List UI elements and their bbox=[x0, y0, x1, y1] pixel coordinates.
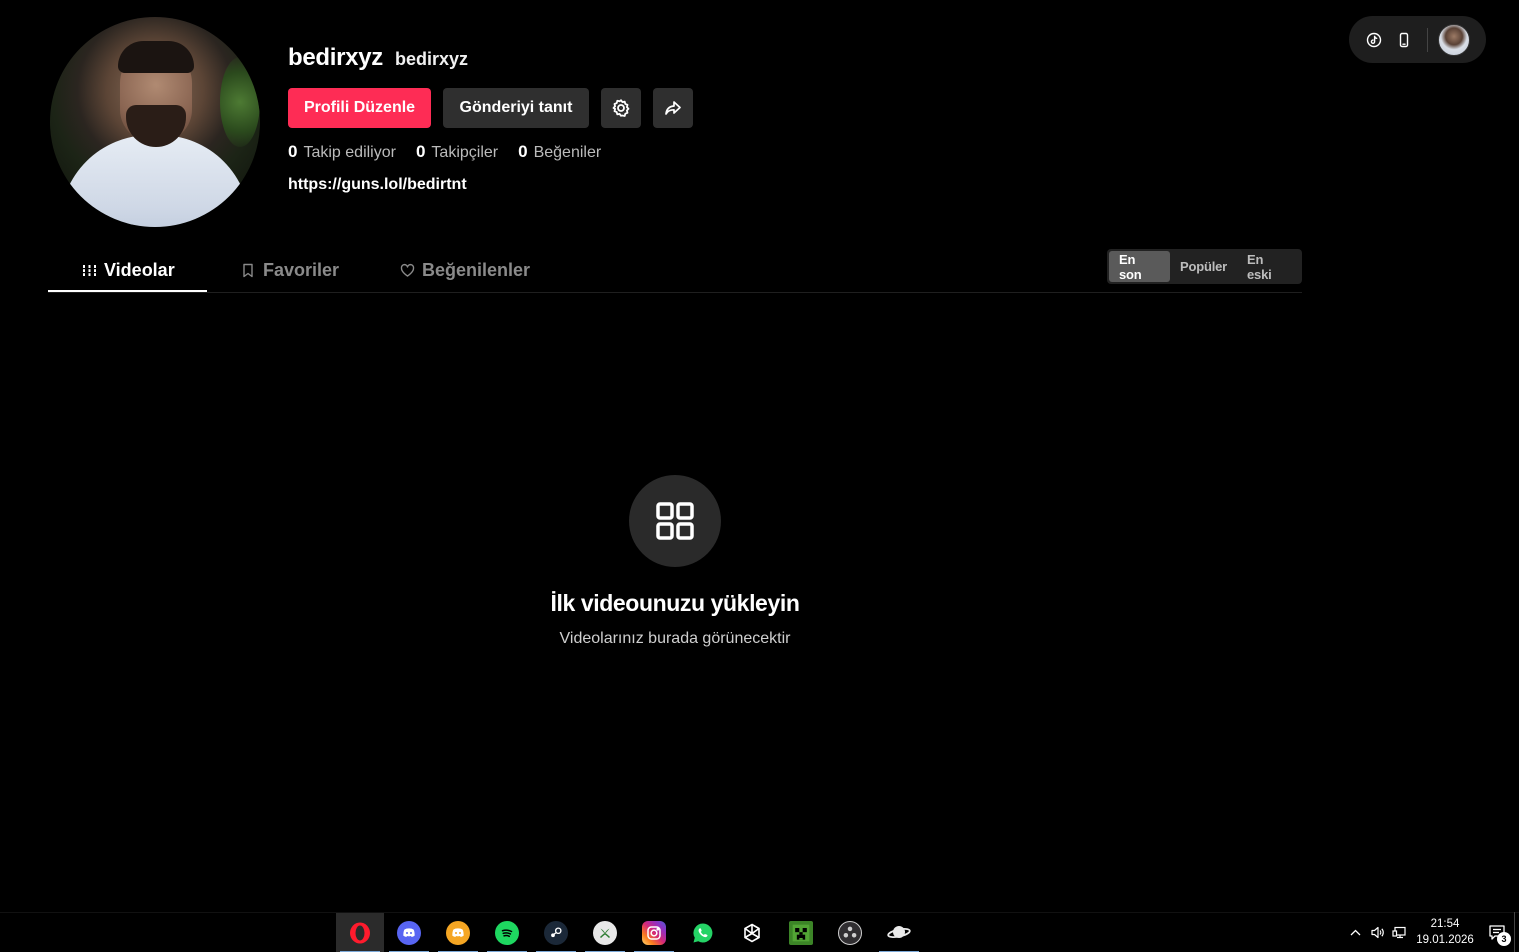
empty-state-subtitle: Videolarınız burada görünecektir bbox=[559, 630, 791, 647]
profile-actions: Profili Düzenle Gönderiyi tanıt bbox=[288, 88, 693, 128]
pill-divider bbox=[1427, 27, 1428, 52]
xbox-icon bbox=[593, 921, 617, 945]
stat-following[interactable]: 0 Takip ediliyor bbox=[288, 142, 396, 162]
opera-icon bbox=[348, 921, 372, 945]
tab-liked[interactable]: Beğenilenler bbox=[400, 248, 530, 292]
edit-profile-button[interactable]: Profili Düzenle bbox=[288, 88, 431, 128]
discord-ptb-icon bbox=[446, 921, 470, 945]
system-tray: 21:54 19.01.2026 3 bbox=[1344, 912, 1519, 952]
bio-link[interactable]: https://guns.lol/bedirtnt bbox=[288, 176, 467, 194]
instagram-icon bbox=[642, 921, 666, 945]
username: bedirxyz bbox=[394, 49, 469, 69]
heart-icon bbox=[400, 263, 415, 277]
taskbar-clock[interactable]: 21:54 19.01.2026 bbox=[1410, 916, 1480, 948]
profile-avatar[interactable] bbox=[50, 17, 260, 227]
taskbar-spotify[interactable] bbox=[483, 913, 531, 952]
stat-likes[interactable]: 0 Beğeniler bbox=[518, 142, 601, 162]
minecraft-icon bbox=[789, 921, 813, 945]
tiktok-profile-page: bedirxyz bedirxyz Profili Düzenle Gönder… bbox=[0, 0, 1519, 952]
volume-icon[interactable] bbox=[1366, 912, 1388, 952]
taskbar-instagram[interactable] bbox=[630, 913, 678, 952]
share-button[interactable] bbox=[653, 88, 693, 128]
planet-app-icon bbox=[887, 921, 911, 945]
grid-lines-icon bbox=[82, 264, 97, 276]
taskbar-minecraft[interactable] bbox=[777, 913, 825, 952]
mobile-device-icon[interactable] bbox=[1389, 25, 1419, 55]
network-icon[interactable] bbox=[1388, 912, 1410, 952]
taskbar-discord[interactable] bbox=[385, 913, 433, 952]
show-desktop-button[interactable] bbox=[1514, 912, 1519, 952]
chevron-up-icon[interactable] bbox=[1344, 912, 1366, 952]
taskbar-xbox[interactable] bbox=[581, 913, 629, 952]
settings-button[interactable] bbox=[601, 88, 641, 128]
bookmark-icon bbox=[243, 263, 253, 277]
windows-taskbar bbox=[0, 912, 1519, 952]
sort-oldest[interactable]: En eski bbox=[1237, 251, 1300, 282]
tiktok-icon[interactable] bbox=[1359, 25, 1389, 55]
obs-icon bbox=[838, 921, 862, 945]
steam-icon bbox=[544, 921, 568, 945]
notification-count-badge: 3 bbox=[1497, 932, 1511, 946]
taskbar-planet-app[interactable] bbox=[875, 913, 923, 952]
tab-videos[interactable]: Videolar bbox=[82, 248, 175, 292]
profile-names: bedirxyz bedirxyz bbox=[288, 44, 468, 78]
discord-icon bbox=[397, 921, 421, 945]
sort-popular[interactable]: Popüler bbox=[1170, 251, 1237, 282]
whatsapp-icon bbox=[691, 921, 715, 945]
taskbar-discord-ptb[interactable] bbox=[434, 913, 482, 952]
notification-center-button[interactable]: 3 bbox=[1480, 912, 1514, 952]
sort-latest[interactable]: En son bbox=[1109, 251, 1171, 282]
taskbar-chatgpt[interactable] bbox=[728, 913, 776, 952]
profile-stats: 0 Takip ediliyor 0 Takipçiler 0 Beğenile… bbox=[288, 142, 601, 162]
stat-followers[interactable]: 0 Takipçiler bbox=[416, 142, 498, 162]
tab-favorites[interactable]: Favoriler bbox=[241, 248, 339, 292]
empty-state-title: İlk videounuzu yükleyin bbox=[550, 590, 800, 616]
share-arrow-icon bbox=[665, 101, 681, 115]
settings-gear-icon bbox=[612, 99, 630, 117]
taskbar-steam[interactable] bbox=[532, 913, 580, 952]
spotify-icon bbox=[495, 921, 519, 945]
display-name: bedirxyz bbox=[288, 44, 383, 71]
taskbar-whatsapp[interactable] bbox=[679, 913, 727, 952]
account-avatar[interactable] bbox=[1438, 23, 1470, 56]
empty-grid-icon bbox=[629, 475, 721, 567]
sort-selector: En son Popüler En eski bbox=[1107, 249, 1302, 284]
chatgpt-icon bbox=[740, 921, 764, 945]
active-tab-indicator bbox=[48, 290, 207, 292]
promote-post-button[interactable]: Gönderiyi tanıt bbox=[443, 88, 589, 128]
taskbar-obs[interactable] bbox=[826, 913, 874, 952]
taskbar-opera[interactable] bbox=[336, 913, 384, 952]
top-right-actions bbox=[1349, 16, 1486, 63]
